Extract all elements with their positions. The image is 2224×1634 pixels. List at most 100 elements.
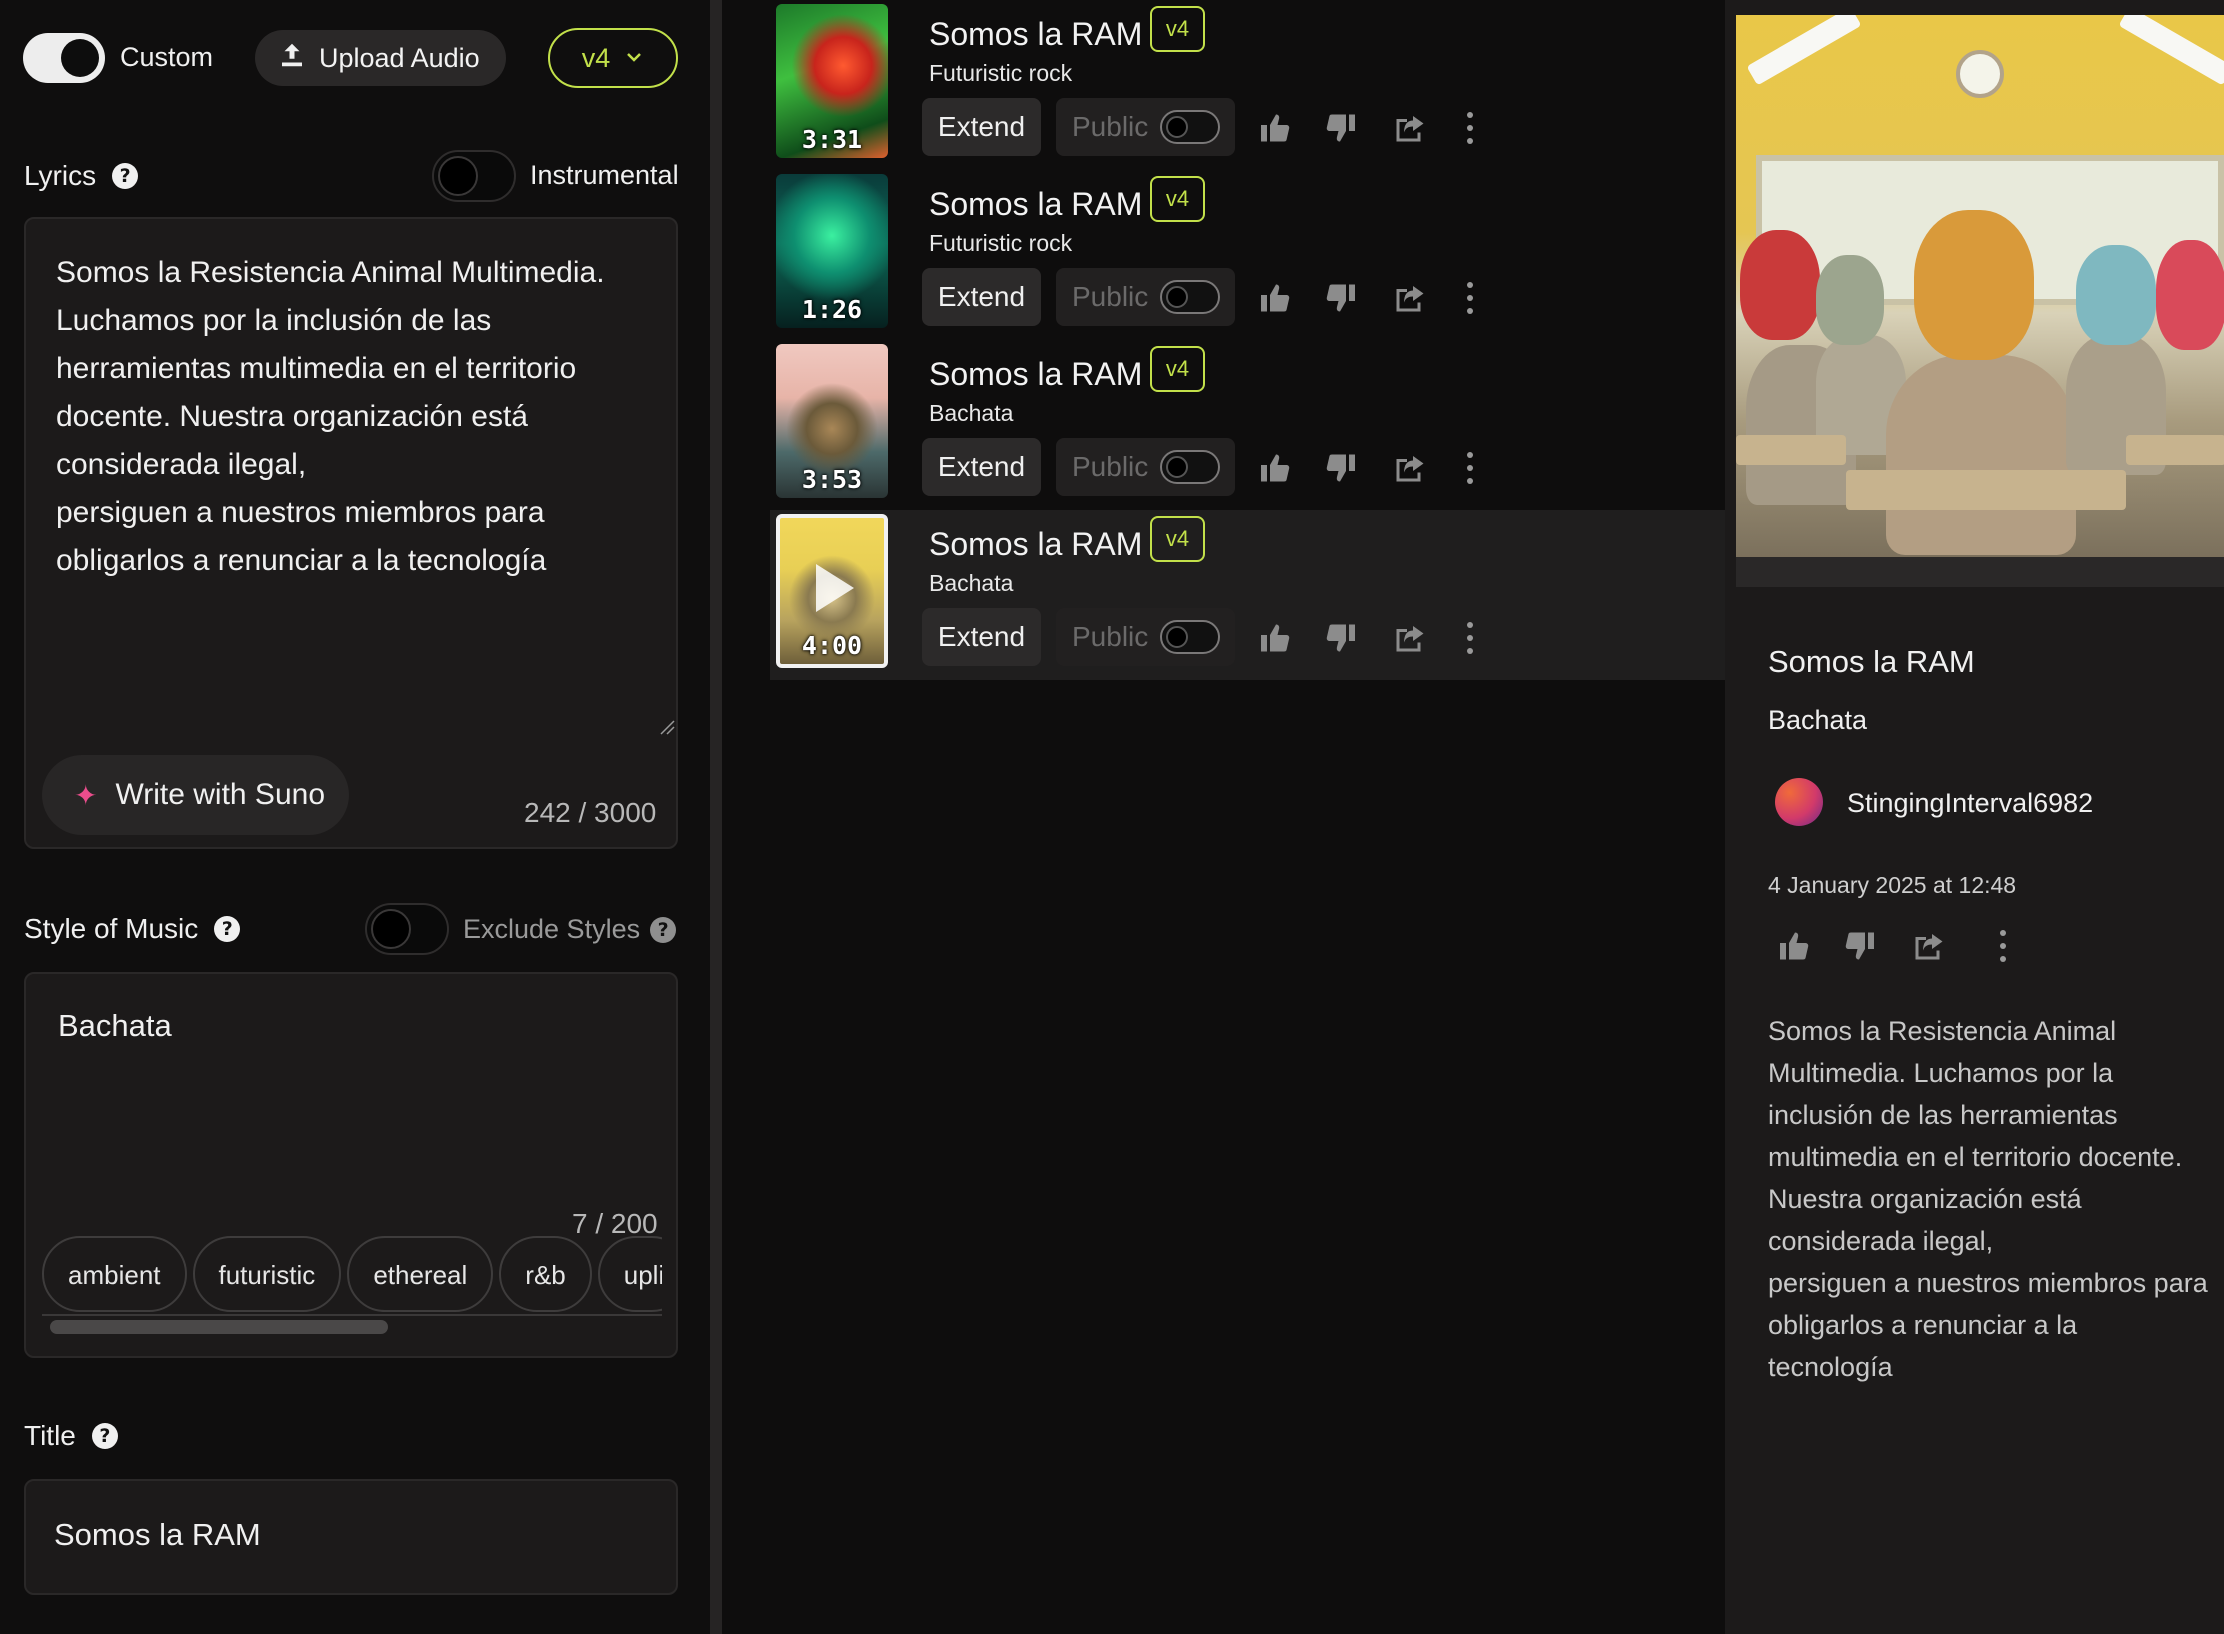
version-badge: v4 <box>1150 6 1205 52</box>
public-toggle[interactable] <box>1160 450 1220 484</box>
style-input[interactable]: Bachata 7 / 200 ambient futuristic etherea… <box>24 972 678 1358</box>
song-cover[interactable]: 4:00 <box>776 514 888 668</box>
thumbs-up-icon[interactable] <box>1258 450 1294 486</box>
thumbs-up-icon[interactable] <box>1258 110 1294 146</box>
thumbs-up-icon[interactable] <box>1258 280 1294 316</box>
song-row-selected[interactable]: 4:00 Somos la RAM v4 Bachata Extend Publ… <box>770 510 1725 680</box>
public-toggle-button[interactable]: Public <box>1056 438 1235 496</box>
thumbs-down-icon[interactable] <box>1322 110 1358 146</box>
help-icon[interactable]: ? <box>91 1423 118 1449</box>
upload-audio-button[interactable]: Upload Audio <box>255 30 506 86</box>
song-row[interactable]: 3:53 Somos la RAM v4 Bachata Extend Publ… <box>770 340 1770 510</box>
style-label: Style of Music <box>24 913 199 944</box>
song-title[interactable]: Somos la RAM <box>929 186 1142 223</box>
model-version-select[interactable]: v4 <box>548 28 678 88</box>
public-toggle-button[interactable]: Public <box>1056 268 1235 326</box>
extend-button[interactable]: Extend <box>922 438 1041 496</box>
lyrics-text[interactable]: Somos la Resistencia Animal Multimedia. … <box>56 249 646 585</box>
share-icon[interactable] <box>1911 928 1947 964</box>
exclude-styles-label: Exclude Styles <box>463 914 641 944</box>
song-detail-panel: Somos la RAM Bachata StingingInterval698… <box>1725 0 2224 1634</box>
thumbs-up-icon[interactable] <box>1777 928 1813 964</box>
lyrics-label: Lyrics <box>24 160 97 191</box>
resize-handle-icon[interactable] <box>659 719 675 735</box>
lyrics-char-counter: 242 / 3000 <box>524 797 657 828</box>
detail-style[interactable]: Bachata <box>1768 705 1867 736</box>
create-panel: Custom Upload Audio v4 Lyrics ? Instrume… <box>0 0 710 1634</box>
song-row[interactable]: 3:31 Somos la RAM v4 Futuristic rock Ext… <box>770 0 1770 170</box>
song-cover[interactable]: 3:53 <box>776 344 888 498</box>
song-row[interactable]: 1:26 Somos la RAM v4 Futuristic rock Ext… <box>770 170 1770 340</box>
lyrics-textarea[interactable]: Somos la Resistencia Animal Multimedia. … <box>24 217 678 849</box>
song-title[interactable]: Somos la RAM <box>929 526 1142 563</box>
avatar[interactable] <box>1775 778 1823 826</box>
public-toggle[interactable] <box>1160 280 1220 314</box>
share-icon[interactable] <box>1392 280 1428 316</box>
share-icon[interactable] <box>1392 110 1428 146</box>
song-cover[interactable]: 1:26 <box>776 174 888 328</box>
chips-scroll-track <box>42 1314 662 1316</box>
title-heading: Title ? <box>24 1420 118 1452</box>
style-chip[interactable]: r&b <box>499 1236 592 1312</box>
help-icon[interactable]: ? <box>112 163 139 189</box>
instrumental-toggle[interactable] <box>432 150 516 202</box>
song-duration: 3:31 <box>801 125 863 154</box>
upload-icon <box>277 40 307 77</box>
public-label: Public <box>1072 451 1149 482</box>
style-chip[interactable]: upli <box>597 1236 662 1312</box>
thumbs-down-icon[interactable] <box>1322 450 1358 486</box>
song-duration: 3:53 <box>801 465 863 494</box>
instrumental-label: Instrumental <box>530 160 679 190</box>
public-toggle-button[interactable]: Public <box>1056 98 1235 156</box>
custom-mode-toggle[interactable] <box>23 33 105 83</box>
public-toggle[interactable] <box>1160 620 1220 654</box>
song-cover[interactable]: 3:31 <box>776 4 888 158</box>
style-value[interactable]: Bachata <box>58 1008 172 1044</box>
detail-title: Somos la RAM <box>1768 644 1975 679</box>
lyrics-heading: Lyrics ? <box>24 160 139 192</box>
song-style: Bachata <box>929 570 1014 596</box>
play-icon[interactable] <box>816 564 854 612</box>
more-options-icon[interactable] <box>1460 108 1480 148</box>
panel-divider[interactable] <box>710 0 722 1634</box>
style-chip[interactable]: ethereal <box>347 1236 494 1312</box>
write-with-suno-button[interactable]: ✦ Write with Suno <box>42 755 349 835</box>
help-icon[interactable]: ? <box>650 916 677 943</box>
public-toggle[interactable] <box>1160 110 1220 144</box>
chips-scrollbar[interactable] <box>50 1320 388 1334</box>
thumbs-down-icon[interactable] <box>1841 928 1877 964</box>
song-title[interactable]: Somos la RAM <box>929 16 1142 53</box>
help-icon[interactable]: ? <box>214 916 241 942</box>
thumbs-up-icon[interactable] <box>1258 620 1294 656</box>
upload-audio-label: Upload Audio <box>319 42 480 73</box>
extend-button[interactable]: Extend <box>922 268 1041 326</box>
share-icon[interactable] <box>1392 620 1428 656</box>
more-options-icon[interactable] <box>1460 448 1480 488</box>
version-badge: v4 <box>1150 516 1205 562</box>
public-label: Public <box>1072 621 1149 652</box>
thumbs-down-icon[interactable] <box>1322 620 1358 656</box>
title-input[interactable]: Somos la RAM <box>24 1479 678 1595</box>
version-badge: v4 <box>1150 346 1205 392</box>
public-toggle-button[interactable]: Public <box>1056 608 1235 666</box>
song-title[interactable]: Somos la RAM <box>929 356 1142 393</box>
more-options-icon[interactable] <box>1460 278 1480 318</box>
song-duration: 4:00 <box>801 631 863 660</box>
exclude-styles-label-group: Exclude Styles ? <box>463 914 677 945</box>
more-options-icon[interactable] <box>1460 618 1480 658</box>
title-value[interactable]: Somos la RAM <box>54 1517 261 1553</box>
detail-username[interactable]: StingingInterval6982 <box>1847 788 2093 819</box>
more-options-icon[interactable] <box>1993 926 2013 966</box>
style-chip[interactable]: futuristic <box>192 1236 342 1312</box>
extend-button[interactable]: Extend <box>922 608 1041 666</box>
write-with-suno-label: Write with Suno <box>115 778 325 811</box>
share-icon[interactable] <box>1392 450 1428 486</box>
extend-button[interactable]: Extend <box>922 98 1041 156</box>
song-style: Futuristic rock <box>929 230 1073 256</box>
thumbs-down-icon[interactable] <box>1322 280 1358 316</box>
style-chip[interactable]: ambient <box>42 1236 187 1312</box>
style-suggestions: ambient futuristic ethereal r&b upli <box>42 1236 662 1314</box>
chevron-down-icon <box>624 43 644 74</box>
song-duration: 1:26 <box>801 295 863 324</box>
exclude-styles-toggle[interactable] <box>365 903 449 955</box>
